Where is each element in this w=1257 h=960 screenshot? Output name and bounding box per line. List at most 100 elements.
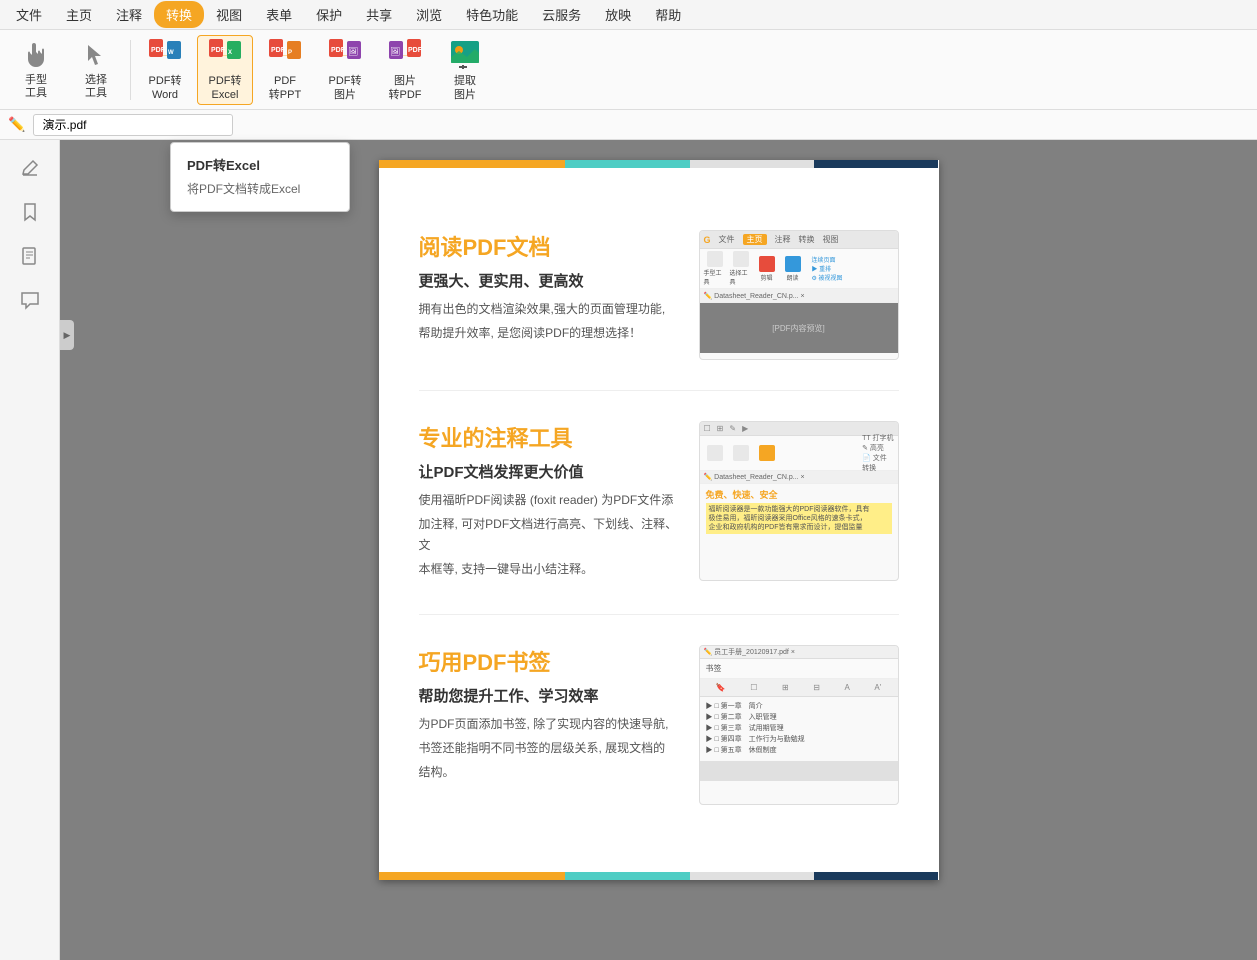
dropdown-title: PDF转Excel bbox=[171, 151, 349, 178]
hand-tool-icon bbox=[18, 39, 54, 73]
section-annotate-text1: 使用福昕PDF阅读器 (foxit reader) 为PDF文件添 bbox=[419, 490, 689, 510]
menu-share[interactable]: 共享 bbox=[354, 1, 404, 28]
pdf-bottom-bar bbox=[379, 872, 939, 880]
svg-text:PDF: PDF bbox=[408, 47, 423, 54]
section-annotate-text2: 加注释, 可对PDF文档进行高亮、下划线、注释、文 bbox=[419, 514, 689, 555]
pdf-to-ppt-svg: PDF → P bbox=[267, 37, 303, 73]
svg-text:🖼: 🖼 bbox=[348, 47, 358, 56]
pdf-section-bookmark: 巧用PDF书签 帮助您提升工作、学习效率 为PDF页面添加书签, 除了实现内容的… bbox=[419, 645, 899, 805]
sidebar-bookmark-icon[interactable] bbox=[10, 192, 50, 232]
image-to-pdf-label: 图片 转PDF bbox=[389, 75, 422, 101]
edit-icon: ✏️ bbox=[8, 116, 25, 133]
pdf-to-excel-icon: PDF → X bbox=[207, 37, 243, 73]
section-annotate-title: 专业的注释工具 bbox=[419, 421, 689, 453]
pdf-to-image-label: PDF转 图片 bbox=[329, 75, 362, 101]
section-read-text2: 帮助提升效率, 是您阅读PDF的理想选择！ bbox=[419, 323, 689, 343]
pdf-viewer[interactable]: 阅读PDF文档 更强大、更实用、更高效 拥有出色的文档渲染效果,强大的页面管理功… bbox=[60, 140, 1257, 960]
left-sidebar bbox=[0, 140, 60, 960]
svg-text:P: P bbox=[288, 50, 292, 56]
svg-text:X: X bbox=[228, 50, 232, 56]
color-bar-gray bbox=[690, 160, 814, 168]
menu-bar: 文件 主页 注释 转换 视图 表单 保护 共享 浏览 特色功能 云服务 放映 帮… bbox=[0, 0, 1257, 30]
extract-image-icon bbox=[447, 37, 483, 73]
toolbar: 手型 工具 选择 工具 PDF → W PDF转 Wo bbox=[0, 30, 1257, 110]
section-annotate-subtitle: 让PDF文档发挥更大价值 bbox=[419, 461, 689, 482]
dropdown-tooltip: PDF转Excel 将PDF文档转成Excel bbox=[170, 142, 350, 212]
bottom-bar-gray bbox=[690, 872, 814, 880]
hand-tool-label: 手型 工具 bbox=[25, 74, 47, 100]
dropdown-description: 将PDF文档转成Excel bbox=[171, 178, 349, 203]
bottom-bar-teal bbox=[565, 872, 689, 880]
select-tool-icon bbox=[78, 39, 114, 73]
section-bookmark-text2: 书签还能指明不同书签的层级关系, 展现文档的 bbox=[419, 738, 689, 758]
menu-protect[interactable]: 保护 bbox=[304, 1, 354, 28]
menu-help[interactable]: 帮助 bbox=[643, 1, 693, 28]
section-read-text1: 拥有出色的文档渲染效果,强大的页面管理功能, bbox=[419, 299, 689, 319]
extract-image-svg bbox=[447, 37, 483, 73]
menu-browse[interactable]: 浏览 bbox=[404, 1, 454, 28]
pdf-to-excel-label: PDF转 Excel bbox=[209, 75, 242, 101]
main-area: ▶ 阅读PDF文档 更强大、更实用、更高效 拥有出色的文档渲染效果,强大的页面管… bbox=[0, 140, 1257, 960]
color-bar-navy bbox=[814, 160, 938, 168]
pdf-divider-1 bbox=[419, 390, 899, 391]
extract-image-label: 提取 图片 bbox=[454, 75, 476, 101]
section-bookmark-text3: 结构。 bbox=[419, 762, 689, 782]
pdf-to-word-svg: PDF → W bbox=[147, 37, 183, 73]
section-bookmark-text1: 为PDF页面添加书签, 除了实现内容的快速导航, bbox=[419, 714, 689, 734]
pdf-thumbnail-read: G 文件主页注释转换视图 手型工具 选择工具 剪辑 bbox=[699, 230, 899, 360]
address-bar: ✏️ bbox=[0, 110, 1257, 140]
select-tool-label: 选择 工具 bbox=[85, 74, 107, 100]
filename-input[interactable] bbox=[33, 114, 233, 136]
color-bar-teal bbox=[565, 160, 689, 168]
hand-svg bbox=[22, 41, 50, 69]
hand-tool-button[interactable]: 手型 工具 bbox=[8, 35, 64, 105]
section-read-title: 阅读PDF文档 bbox=[419, 230, 689, 262]
select-tool-button[interactable]: 选择 工具 bbox=[68, 35, 124, 105]
pdf-to-image-icon: PDF → 🖼 bbox=[327, 37, 363, 73]
menu-home[interactable]: 主页 bbox=[54, 1, 104, 28]
extract-image-button[interactable]: 提取 图片 bbox=[437, 35, 493, 105]
pdf-divider-2 bbox=[419, 614, 899, 615]
pdf-to-ppt-button[interactable]: PDF → P PDF 转PPT bbox=[257, 35, 313, 105]
color-bar-orange bbox=[379, 160, 566, 168]
pdf-to-excel-button[interactable]: PDF → X PDF转 Excel bbox=[197, 35, 253, 105]
menu-features[interactable]: 特色功能 bbox=[454, 1, 530, 28]
pdf-to-ppt-label: PDF 转PPT bbox=[269, 75, 301, 101]
menu-slideshow[interactable]: 放映 bbox=[593, 1, 643, 28]
sidebar-collapse-arrow[interactable]: ▶ bbox=[60, 320, 74, 350]
section-read-subtitle: 更强大、更实用、更高效 bbox=[419, 270, 689, 291]
svg-text:🖼: 🖼 bbox=[390, 47, 400, 56]
sidebar-comment-icon[interactable] bbox=[10, 280, 50, 320]
pdf-thumbnail-annotate: ☐ ⊞ ✎ ▶ bbox=[699, 421, 899, 581]
pdf-page: 阅读PDF文档 更强大、更实用、更高效 拥有出色的文档渲染效果,强大的页面管理功… bbox=[379, 160, 939, 880]
pdf-thumbnail-bookmark: ✏️ 员工手册_20120917.pdf × 书签 🔖☐⊞⊟AA' ▶ □ 第一… bbox=[699, 645, 899, 805]
pdf-to-ppt-icon: PDF → P bbox=[267, 37, 303, 73]
menu-view[interactable]: 视图 bbox=[204, 1, 254, 28]
pdf-section-read: 阅读PDF文档 更强大、更实用、更高效 拥有出色的文档渲染效果,强大的页面管理功… bbox=[419, 230, 899, 360]
pdf-color-bar bbox=[379, 160, 939, 168]
sidebar-page-icon[interactable] bbox=[10, 236, 50, 276]
image-to-pdf-icon: 🖼 → PDF bbox=[387, 37, 423, 73]
menu-form[interactable]: 表单 bbox=[254, 1, 304, 28]
svg-text:W: W bbox=[168, 50, 174, 56]
toolbar-separator-1 bbox=[130, 40, 131, 100]
image-to-pdf-svg: 🖼 → PDF bbox=[387, 37, 423, 73]
pdf-to-image-button[interactable]: PDF → 🖼 PDF转 图片 bbox=[317, 35, 373, 105]
bottom-bar-orange bbox=[379, 872, 566, 880]
menu-cloud[interactable]: 云服务 bbox=[530, 1, 593, 28]
pdf-to-word-icon: PDF → W bbox=[147, 37, 183, 73]
image-to-pdf-button[interactable]: 🖼 → PDF 图片 转PDF bbox=[377, 35, 433, 105]
bottom-bar-navy bbox=[814, 872, 938, 880]
pdf-section-annotate: 专业的注释工具 让PDF文档发挥更大价值 使用福昕PDF阅读器 (foxit r… bbox=[419, 421, 899, 584]
select-svg bbox=[82, 41, 110, 69]
section-bookmark-subtitle: 帮助您提升工作、学习效率 bbox=[419, 685, 689, 706]
section-annotate-text3: 本框等, 支持一键导出小结注释。 bbox=[419, 559, 689, 579]
section-bookmark-title: 巧用PDF书签 bbox=[419, 645, 689, 677]
menu-convert[interactable]: 转换 bbox=[154, 1, 204, 28]
menu-file[interactable]: 文件 bbox=[4, 1, 54, 28]
sidebar-edit-icon[interactable] bbox=[10, 148, 50, 188]
menu-annotate[interactable]: 注释 bbox=[104, 1, 154, 28]
pdf-to-word-button[interactable]: PDF → W PDF转 Word bbox=[137, 35, 193, 105]
pdf-to-word-label: PDF转 Word bbox=[149, 75, 182, 101]
pdf-to-image-svg: PDF → 🖼 bbox=[327, 37, 363, 73]
